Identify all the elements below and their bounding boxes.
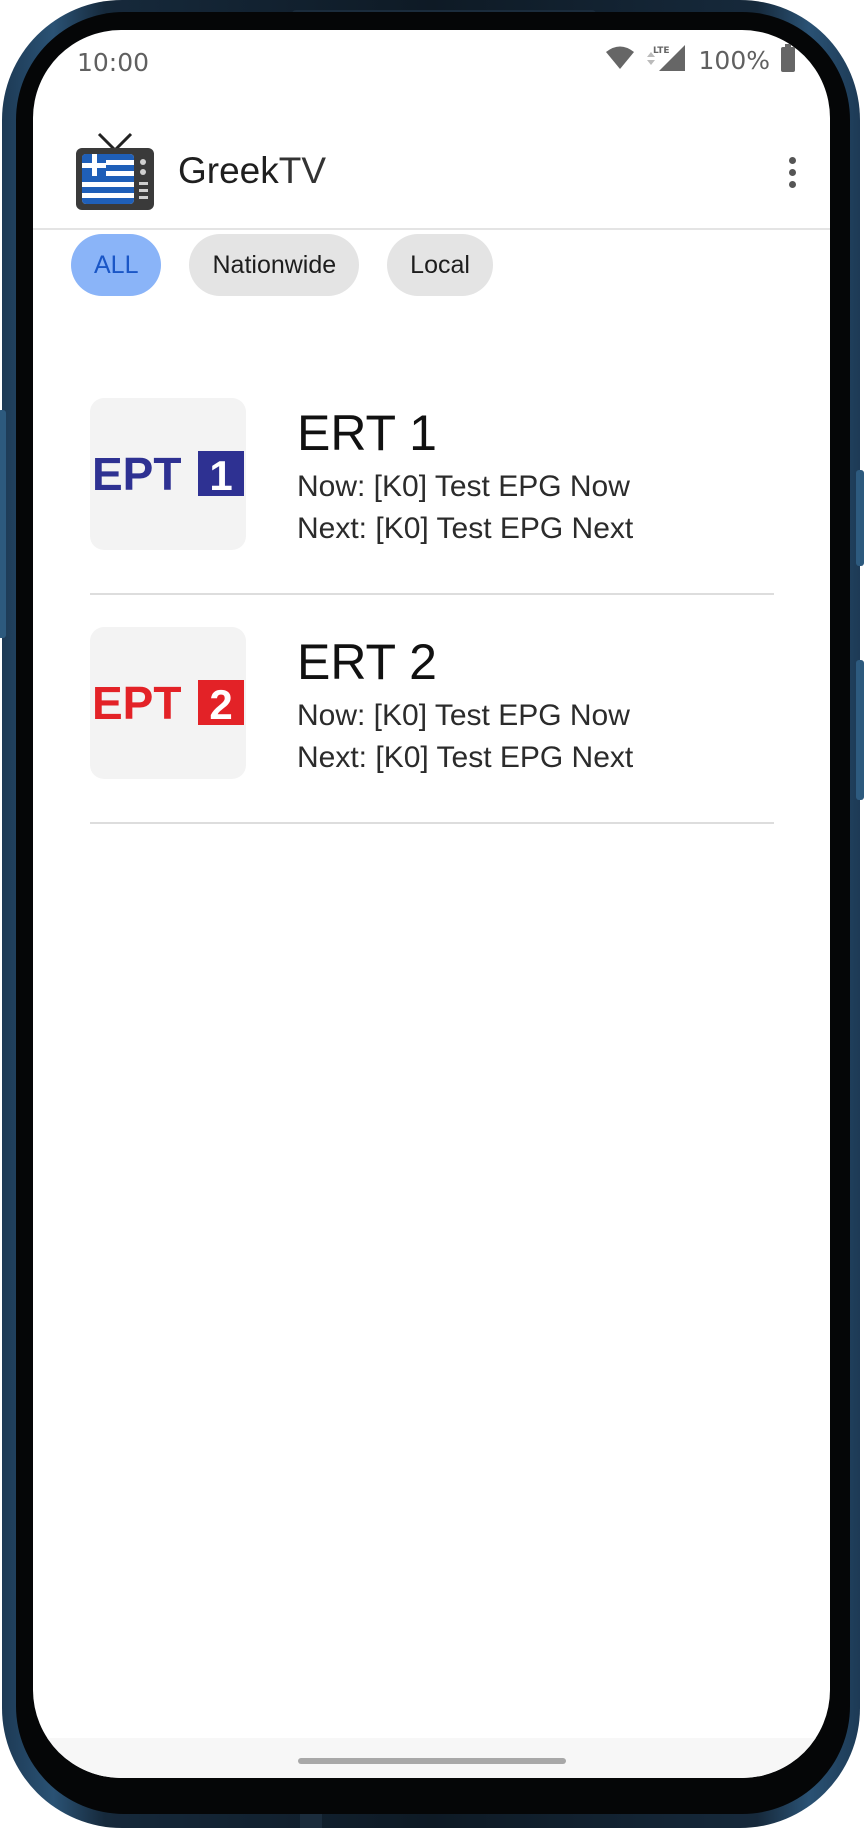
battery-percent: 100% [698,45,770,75]
lte-signal-icon: LTE [645,44,689,76]
channel-name: ERT 1 [297,405,437,461]
chip-local[interactable]: Local [387,234,493,296]
ert1-logo-text: EPT [92,449,181,499]
screen: 10:00 LTE 100% GreekTV ALL Nationwide Lo… [33,30,830,1778]
menu-dot [788,180,796,188]
status-icons: LTE 100% [605,44,796,76]
channel-list: EPT 1 ERT 1 Now: [K0] Test EPG Now Next:… [90,366,774,824]
svg-text:LTE: LTE [653,46,670,56]
filter-chips: ALL Nationwide Local [71,234,493,296]
channel-next-playing: Next: [K0] Test EPG Next [297,741,634,774]
channel-row-ert1[interactable]: EPT 1 ERT 1 Now: [K0] Test EPG Now Next:… [90,366,774,595]
channel-row-ert2[interactable]: EPT 2 ERT 2 Now: [K0] Test EPG Now Next:… [90,595,774,824]
ert2-logo: EPT 2 [90,627,246,779]
app-title-suffix: TV [278,150,327,191]
ert2-logo-number: 2 [209,681,232,728]
ert1-logo-number: 1 [209,452,232,499]
ert2-logo-text: EPT [92,678,181,728]
bottom-port [300,1812,322,1828]
home-gesture-handle[interactable] [298,1758,566,1764]
menu-dot [788,156,796,164]
app-bar: GreekTV [33,100,830,230]
status-time: 10:00 [77,48,150,77]
channel-name: ERT 2 [297,634,437,690]
wifi-icon [605,45,635,75]
chip-all[interactable]: ALL [71,234,162,296]
chip-nationwide[interactable]: Nationwide [189,234,360,296]
status-bar: 10:00 LTE 100% [33,30,830,100]
app-title: GreekTV [178,150,326,192]
channel-now-playing: Now: [K0] Test EPG Now [297,699,630,732]
power-button [856,660,864,800]
menu-dot [788,168,796,176]
volume-button [856,470,864,566]
side-button-left [0,410,6,638]
battery-icon [780,44,796,76]
greek-tv-logo-icon [75,132,155,214]
device: 10:00 LTE 100% GreekTV ALL Nationwide Lo… [0,0,864,1828]
app-title-main: Greek [178,150,279,191]
overflow-menu-icon[interactable] [772,152,812,192]
channel-next-playing: Next: [K0] Test EPG Next [297,512,634,545]
ert1-logo: EPT 1 [90,398,246,550]
channel-now-playing: Now: [K0] Test EPG Now [297,470,630,503]
